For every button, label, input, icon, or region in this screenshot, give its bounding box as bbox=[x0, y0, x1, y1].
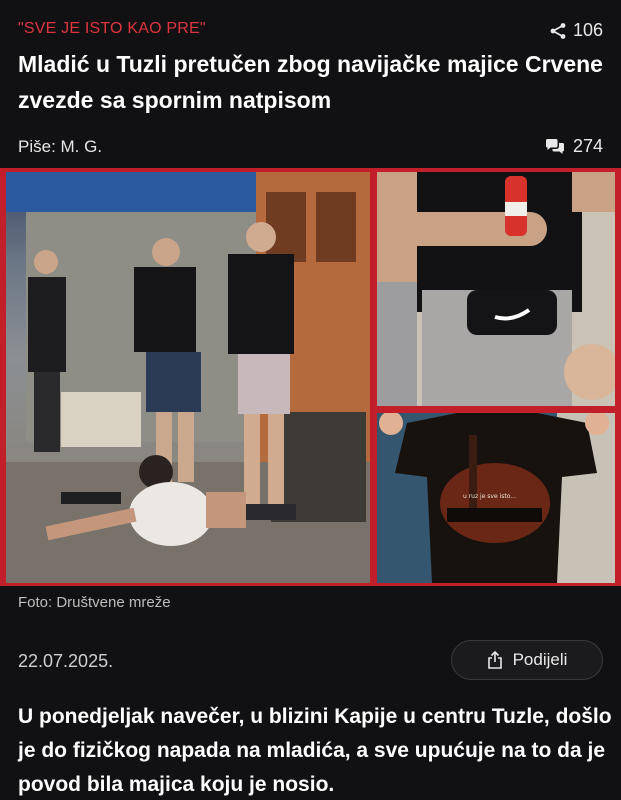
share-count[interactable]: 106 bbox=[549, 20, 603, 41]
article-lead: U ponedjeljak navečer, u blizini Kapije … bbox=[18, 705, 612, 796]
article-author: Piše: M. G. bbox=[18, 137, 103, 156]
article-topline: "SVE JE ISTO KAO PRE" 106 bbox=[18, 18, 603, 46]
share-icon bbox=[550, 22, 566, 39]
article-meta: Piše: M. G. 274 bbox=[18, 134, 603, 160]
street-scene-illustration bbox=[6, 172, 370, 583]
comment-count: 274 bbox=[572, 136, 603, 156]
article-dateline: 22.07.2025. Podijeli bbox=[18, 638, 603, 682]
share-button-label: Podijeli bbox=[512, 650, 568, 669]
man-with-bottle-illustration bbox=[377, 172, 615, 406]
article-kicker: "SVE JE ISTO KAO PRE" bbox=[18, 20, 206, 37]
upload-icon bbox=[487, 651, 502, 669]
photo-street-fight bbox=[6, 172, 370, 583]
photo-black-tshirt: u ruz je sve isto... bbox=[377, 413, 615, 583]
share-count-value: 106 bbox=[572, 20, 603, 40]
comments-link[interactable]: 274 bbox=[545, 136, 603, 157]
article-headline: Mladić u Tuzli pretučen zbog navijačke m… bbox=[18, 51, 603, 113]
photo-caption: Foto: Društvene mreže bbox=[18, 594, 171, 611]
comments-icon bbox=[545, 138, 564, 154]
share-button[interactable]: Podijeli bbox=[451, 640, 603, 680]
photo-man-with-bottle bbox=[377, 172, 615, 406]
article-date: 22.07.2025. bbox=[18, 651, 114, 671]
article-photo-collage[interactable]: u ruz je sve isto... bbox=[0, 168, 621, 586]
tshirt-illustration: u ruz je sve isto... bbox=[377, 413, 615, 583]
shirt-print-text: u ruz je sve isto... bbox=[463, 493, 516, 500]
